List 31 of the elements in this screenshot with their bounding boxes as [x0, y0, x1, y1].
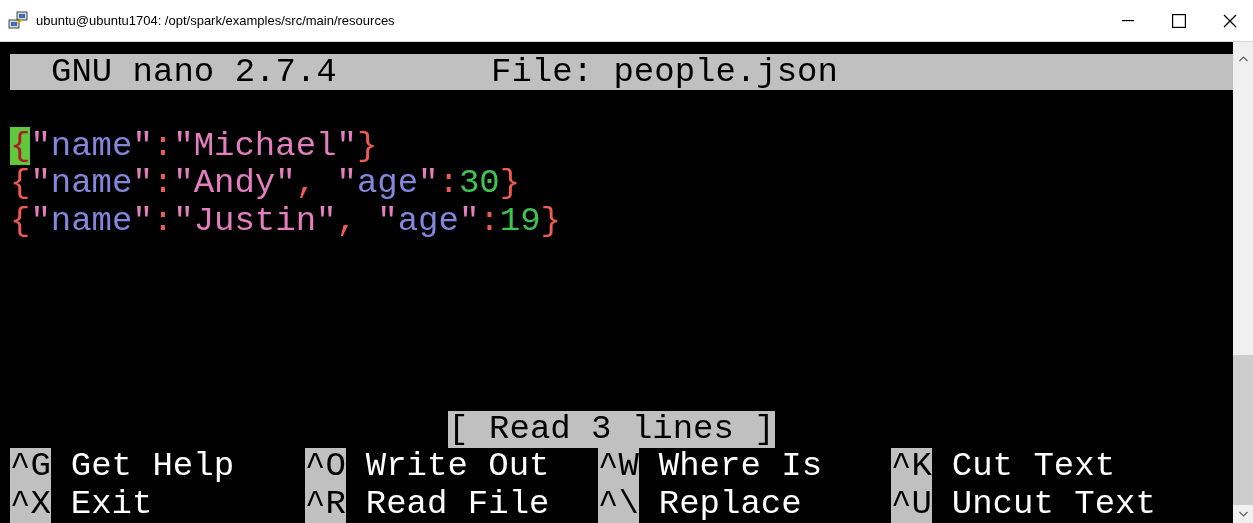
shortcut-label: Write Out — [365, 448, 550, 486]
computers-icon — [8, 10, 28, 31]
shortcut-key: ^G — [10, 448, 51, 486]
shortcut-label: Read File — [365, 485, 550, 523]
window-title: ubuntu@ubuntu1704: /opt/spark/examples/src/main/resources — [36, 11, 395, 30]
shortcut-key: ^K — [891, 448, 932, 486]
nano-version: GNU nano 2.7.4 — [51, 54, 338, 90]
shortcut-key: ^R — [305, 485, 346, 523]
code-line: {"name":"Andy", "age":30} — [10, 165, 521, 203]
shortcut-label: Cut Text — [951, 448, 1116, 486]
code-line: {"name":"Michael"} — [10, 127, 378, 165]
file-name: File: people.json — [491, 54, 838, 90]
shortcut-key: ^W — [598, 448, 639, 486]
shortcut-label: Get Help — [70, 448, 235, 486]
status-message: [ Read 3 lines ] — [448, 410, 775, 448]
maximize-icon — [1172, 13, 1186, 28]
shortcut-label: Replace — [658, 485, 802, 523]
shortcut-key: ^X — [10, 485, 51, 523]
scrollbar-thumb[interactable] — [1233, 355, 1253, 505]
shortcut-key: ^O — [305, 448, 346, 486]
shortcut-label: Where Is — [658, 448, 823, 486]
shortcut-key: ^U — [891, 485, 932, 523]
shortcut-key: ^\ — [598, 485, 639, 523]
shortcut-label: Uncut Text — [951, 485, 1156, 523]
code-line: {"name":"Justin", "age":19} — [10, 202, 561, 240]
minimize-icon — [1122, 19, 1134, 22]
shortcut-label: Exit — [70, 485, 153, 523]
close-icon — [1223, 13, 1237, 28]
scroll-down-icon[interactable] — [1238, 511, 1248, 517]
scroll-up-icon[interactable] — [1238, 56, 1248, 62]
scrollbar[interactable] — [1233, 42, 1253, 523]
